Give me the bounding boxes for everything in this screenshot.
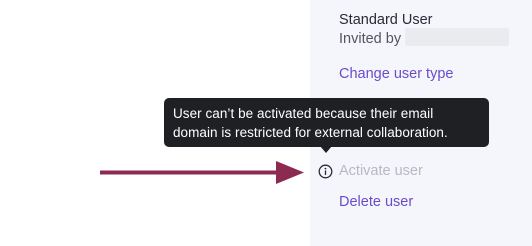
delete-user-link[interactable]: Delete user	[339, 194, 413, 210]
user-role-label: Standard User	[339, 12, 433, 28]
redacted-inviter-name	[405, 28, 509, 46]
tooltip-caret	[320, 146, 332, 153]
change-user-type-link[interactable]: Change user type	[339, 66, 453, 82]
tooltip-line-2: domain is restricted for external collab…	[173, 125, 448, 140]
invited-by-label: Invited by	[339, 31, 402, 47]
restriction-tooltip: User can’t be activated because their em…	[164, 98, 489, 147]
activate-user-button[interactable]: Activate user	[339, 163, 423, 179]
activate-user-row: Activate user	[318, 161, 423, 181]
tooltip-line-1: User can’t be activated because their em…	[173, 106, 434, 121]
arrow-right-icon	[100, 161, 304, 184]
info-circle-icon[interactable]	[318, 164, 333, 179]
